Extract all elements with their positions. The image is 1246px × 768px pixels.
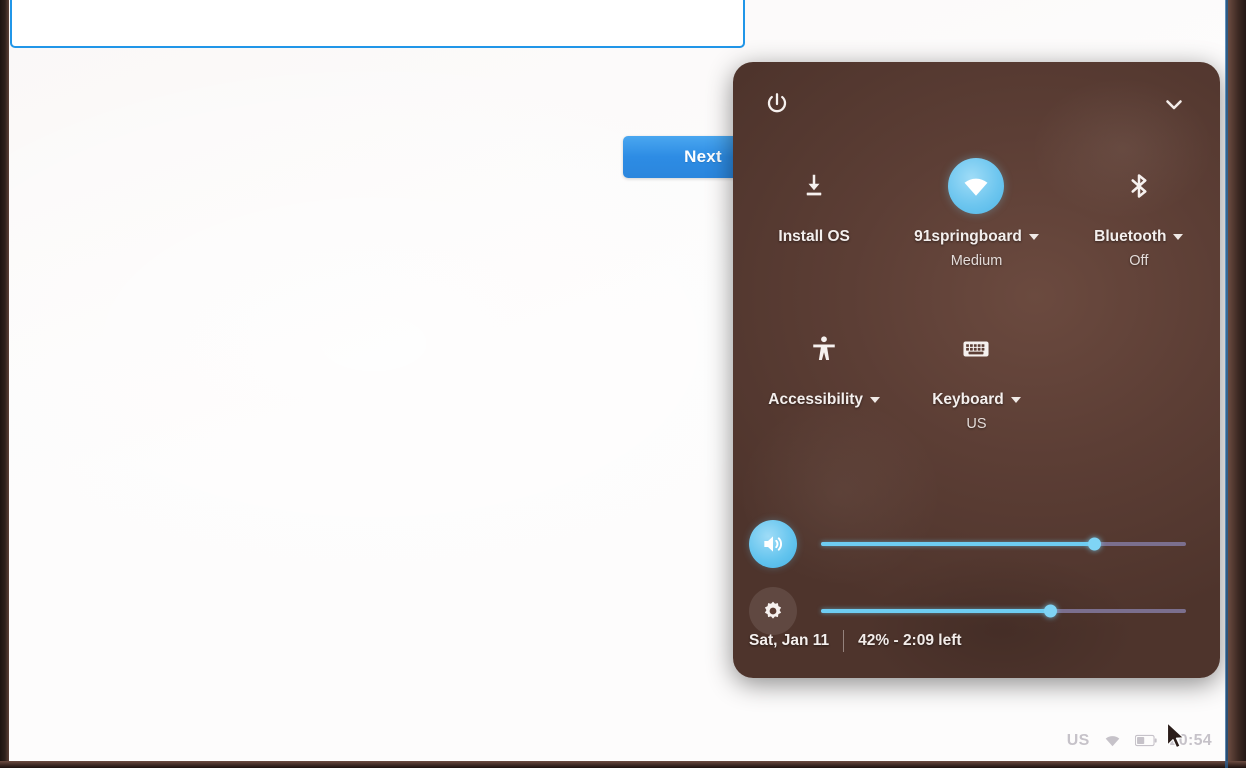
toggle-sublabel: US [966, 416, 987, 432]
setup-text-input[interactable] [10, 0, 745, 48]
install-download-icon [786, 158, 842, 214]
toggle-sublabel: Off [1129, 253, 1149, 269]
toggle-label: 91springboard [914, 228, 1022, 245]
screen-bezel-left [0, 0, 9, 768]
chevron-down-icon [1162, 92, 1186, 116]
screen-edge-highlight [1225, 0, 1228, 768]
tray-locale-label[interactable]: US [1067, 732, 1090, 750]
power-icon [764, 91, 790, 117]
toggle-label: Install OS [778, 228, 850, 245]
quick-settings-toggle-grid: Install OS 91springboard Medium Bluetoot… [733, 158, 1220, 432]
volume-up-icon[interactable] [749, 520, 797, 568]
toggle-keyboard[interactable]: Keyboard US [895, 321, 1057, 432]
screen-bezel-right [1228, 0, 1246, 768]
toggle-install-os[interactable]: Install OS [733, 158, 895, 269]
toggle-bluetooth[interactable]: Bluetooth Off [1058, 158, 1220, 269]
quick-settings-footer: Sat, Jan 11 42% - 2:09 left [733, 604, 1220, 678]
toggle-label-row: Install OS [778, 228, 850, 246]
volume-slider-track[interactable] [821, 537, 1186, 551]
volume-slider-fill [821, 542, 1095, 546]
chevron-down-icon[interactable] [870, 397, 881, 403]
quick-settings-panel: Install OS 91springboard Medium Bluetoot… [733, 62, 1220, 678]
toggle-network[interactable]: 91springboard Medium [895, 158, 1057, 269]
toggle-label: Accessibility [768, 391, 864, 408]
toggle-label: Keyboard [932, 391, 1004, 408]
bluetooth-icon [1111, 158, 1167, 214]
power-button[interactable] [757, 84, 797, 124]
wifi-icon[interactable] [1103, 731, 1122, 750]
chromeos-screen-photo: Next Install OS 91springboard Medium Blu… [0, 0, 1246, 768]
quick-settings-header [733, 62, 1220, 146]
accessibility-icon [796, 321, 852, 377]
screen-bezel-bottom [0, 761, 1246, 768]
volume-slider-row [733, 520, 1220, 568]
system-tray[interactable]: US 20:54 [1067, 731, 1212, 750]
volume-slider-knob[interactable] [1088, 537, 1102, 551]
wifi-icon [948, 158, 1005, 214]
chevron-down-icon[interactable] [1010, 397, 1021, 403]
chevron-down-icon[interactable] [1028, 234, 1039, 240]
footer-divider [843, 630, 845, 652]
chevron-down-icon[interactable] [1173, 234, 1184, 240]
footer-battery-status[interactable]: 42% - 2:09 left [858, 632, 961, 650]
toggle-label: Bluetooth [1094, 228, 1167, 245]
toggle-label-row: Accessibility [768, 391, 881, 409]
toggle-label-row: Bluetooth [1094, 228, 1184, 246]
keyboard-icon [948, 321, 1004, 377]
toggle-sublabel: Medium [950, 253, 1003, 269]
toggle-label-row: Keyboard [932, 391, 1021, 409]
collapse-panel-button[interactable] [1154, 84, 1194, 124]
footer-date[interactable]: Sat, Jan 11 [749, 632, 829, 650]
toggle-accessibility[interactable]: Accessibility [743, 321, 905, 432]
toggle-label-row: 91springboard [914, 228, 1039, 246]
tray-clock[interactable]: 20:54 [1170, 732, 1212, 750]
battery-icon[interactable] [1134, 734, 1157, 747]
